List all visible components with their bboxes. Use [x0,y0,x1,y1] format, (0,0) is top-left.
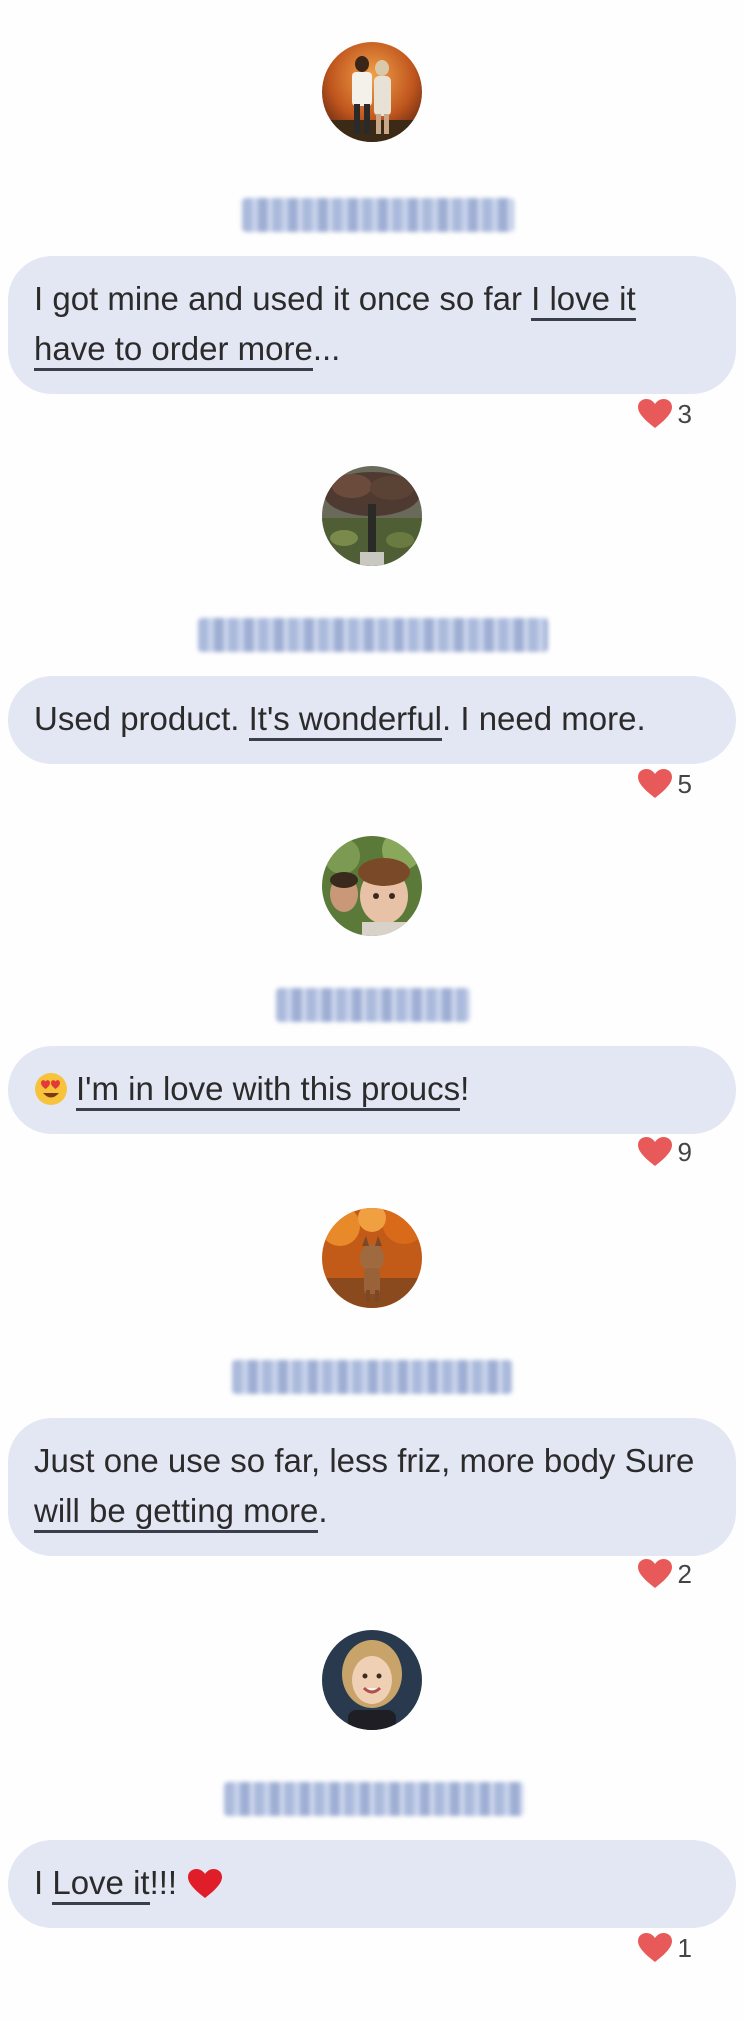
heart-icon [637,1559,672,1588]
like-count: 1 [677,1932,692,1963]
review-comment-bubble: Used product. It's wonderful. I need mor… [8,676,736,764]
reviewer-name [224,1782,524,1816]
heart-icon [637,1137,672,1166]
like-count: 5 [677,768,692,799]
avatar[interactable] [322,466,422,566]
review-text: I'm in love with this proucs! [76,1070,469,1111]
avatar[interactable] [322,1208,422,1308]
review-text: Just one use so far, less friz, more bod… [34,1442,694,1533]
reviewer-name [198,618,548,652]
reviewer-name [232,1360,512,1394]
highlighted-text: Love it [52,1864,150,1905]
red-heart-emoji [188,1869,223,1898]
review-comment-bubble: I got mine and used it once so far I lov… [8,256,736,394]
avatar[interactable] [322,42,422,142]
review-text: I Love it!!! [34,1864,186,1905]
avatar[interactable] [322,1630,422,1730]
review-comment-bubble: Just one use so far, less friz, more bod… [8,1418,736,1556]
like-count: 3 [677,398,692,429]
like-counter[interactable]: 1 [637,1930,692,1966]
like-count: 2 [677,1558,692,1589]
review-comment-bubble: I'm in love with this proucs! [8,1046,736,1134]
like-counter[interactable]: 9 [637,1134,692,1170]
like-counter[interactable]: 2 [637,1556,692,1592]
heart-icon [637,769,672,798]
heart-icon [637,399,672,428]
reviewer-name [242,198,514,232]
highlighted-text: will be getting more [34,1492,319,1533]
heart-eyes-emoji [35,1073,67,1105]
review-text: Used product. It's wonderful. I need mor… [34,700,646,741]
review-text: I got mine and used it once so far I lov… [34,280,636,371]
highlighted-text: It's wonderful [248,700,443,741]
avatar[interactable] [322,836,422,936]
like-count: 9 [677,1136,692,1167]
highlighted-text: I'm in love with this proucs [76,1070,461,1111]
review-comment-bubble: I Love it!!! [8,1840,736,1928]
reviewer-name [276,988,470,1022]
heart-icon [637,1933,672,1962]
like-counter[interactable]: 5 [637,766,692,802]
like-counter[interactable]: 3 [637,396,692,432]
